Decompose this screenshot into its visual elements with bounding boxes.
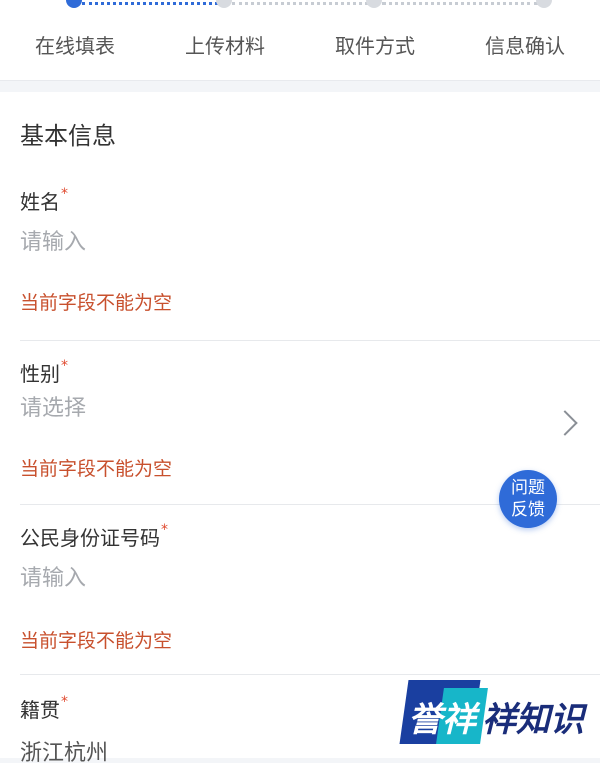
step-dot-1 [66,0,82,8]
error-message: 当前字段不能为空 [20,458,173,480]
field-label: 籍贯* [20,694,68,723]
id-number-input[interactable] [20,566,520,591]
error-message: 当前字段不能为空 [20,292,173,314]
field-label: 公民身份证号码* [20,522,168,551]
required-mark: * [61,186,68,202]
step-info-confirm[interactable]: 信息确认 [485,30,565,59]
stepper-segment [232,2,374,5]
step-online-form[interactable]: 在线填表 [35,30,115,59]
field-label: 性别* [20,358,68,387]
watermark-text-a: 誉祥 [408,700,476,740]
stepper-labels: 在线填表 上传材料 取件方式 信息确认 [0,30,600,60]
feedback-label-line2: 反馈 [511,500,545,520]
step-dot-3 [366,0,382,8]
required-mark: * [61,358,68,374]
section-title: 基本信息 [20,122,116,150]
field-label-text: 公民身份证号码 [20,526,160,550]
step-dot-4 [536,0,552,8]
gender-select[interactable] [20,396,520,421]
required-mark: * [61,694,68,710]
stepper-track [66,0,552,8]
step-dot-2 [216,0,232,8]
divider [20,674,600,675]
stepper-segment [82,2,224,5]
field-label-text: 姓名 [20,190,60,214]
error-message: 当前字段不能为空 [20,630,173,652]
chevron-right-icon[interactable] [552,410,578,436]
step-upload-materials[interactable]: 上传材料 [185,30,265,59]
field-label-text: 性别 [20,362,60,386]
required-mark: * [161,522,168,538]
field-label: 姓名* [20,186,68,215]
watermark-logo: 誉祥 祥知识 [399,680,594,744]
stepper-segment [382,2,538,5]
divider [20,340,600,341]
feedback-button[interactable]: 问题 反馈 [499,470,557,528]
field-label-text: 籍贯 [20,698,60,722]
stepper: 在线填表 上传材料 取件方式 信息确认 [0,0,600,81]
name-input[interactable] [20,230,520,255]
form-card: 基本信息 姓名* 当前字段不能为空 性别* 当前字段不能为空 公民身份证号码* … [0,92,600,763]
step-pickup-method[interactable]: 取件方式 [335,30,415,59]
watermark-text-b: 祥知识 [482,700,584,740]
feedback-label-line1: 问题 [511,478,545,498]
